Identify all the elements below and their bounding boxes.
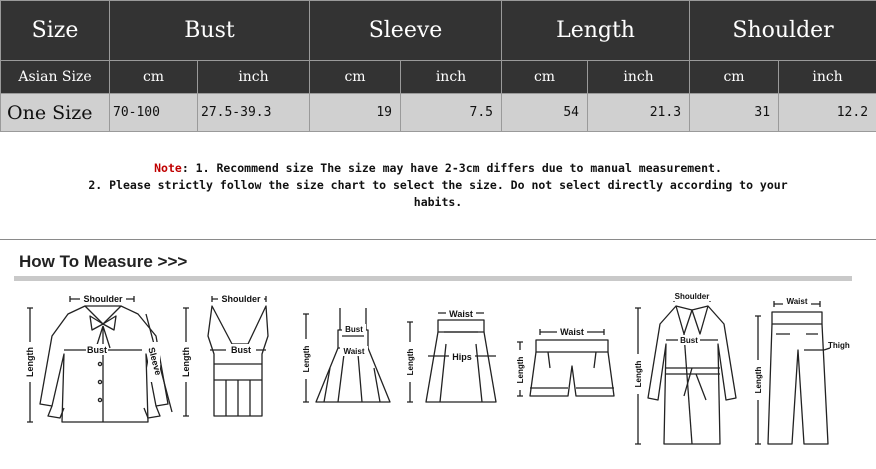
label-waist-3: Waist: [343, 347, 364, 356]
label-length-3: Length: [302, 346, 311, 373]
note-line-1: Note: 1. Recommend size The size may hav…: [154, 161, 722, 175]
label-bust-6: Bust: [680, 336, 698, 345]
header-sleeve: Sleeve: [308, 0, 503, 61]
subheader-asian-size: Asian Size: [0, 60, 110, 94]
subheader-sleeve-cm: cm: [309, 60, 401, 94]
subheader-bust-cm: cm: [109, 60, 198, 94]
header-size: Size: [0, 0, 110, 61]
label-bust-3: Bust: [345, 325, 363, 334]
label-bust-1: Bust: [87, 345, 107, 355]
cell-bust-inch: 27.5-39.3: [197, 93, 310, 132]
cell-bust-cm: 70-100: [109, 93, 198, 132]
subheader-length-inch: inch: [587, 60, 691, 94]
label-waist-5: Waist: [560, 327, 584, 337]
label-waist-4: Waist: [449, 309, 473, 319]
label-length-5: Length: [516, 357, 525, 384]
label-shoulder-6: Shoulder: [675, 292, 710, 301]
label-length-6: Length: [634, 361, 643, 388]
label-length-7: Length: [754, 367, 763, 394]
cell-sleeve-inch: 7.5: [399, 93, 503, 132]
note-line-2: 2. Please strictly follow the size chart…: [88, 178, 788, 192]
section-divider: [0, 239, 876, 240]
note-line-3: habits.: [413, 195, 463, 209]
measurement-illustrations: Shoulder Bust Length Sleeve Shoulder Bus…: [24, 291, 850, 445]
label-length-2: Length: [181, 347, 191, 377]
label-length-1: Length: [25, 347, 35, 377]
label-bust-2: Bust: [231, 345, 251, 355]
cell-size: One Size: [0, 93, 110, 132]
label-thigh-7: Thigh: [828, 341, 850, 350]
cell-shoulder-inch: 12.2: [778, 93, 876, 132]
tank-figure: [183, 296, 269, 417]
title-underline: [14, 276, 852, 281]
label-hips-4: Hips: [452, 352, 472, 362]
coat-figure: [635, 296, 737, 445]
subheader-shoulder-cm: cm: [689, 60, 780, 94]
note-keyword: Note: [154, 161, 182, 175]
cell-sleeve-cm: 19: [309, 93, 401, 132]
label-waist-7: Waist: [786, 297, 807, 306]
subheader-bust-inch: inch: [197, 60, 310, 94]
header-bust: Bust: [109, 0, 310, 61]
cell-shoulder-cm: 31: [689, 93, 780, 132]
subheader-sleeve-inch: inch: [399, 60, 503, 94]
cell-length-inch: 21.3: [587, 93, 691, 132]
subheader-length-cm: cm: [501, 60, 589, 94]
subheader-shoulder-inch: inch: [778, 60, 876, 94]
header-length: Length: [501, 0, 691, 61]
cell-length-cm: 54: [501, 93, 589, 132]
label-shoulder-1: Shoulder: [83, 294, 122, 304]
shorts-figure: [517, 329, 615, 397]
label-shoulder-2: Shoulder: [221, 294, 260, 304]
size-chart-table: Size Bust Sleeve Length Shoulder Asian S…: [0, 0, 876, 132]
size-note: Note: 1. Recommend size The size may hav…: [0, 160, 876, 211]
table-row: One Size 70-100 27.5-39.3 19 7.5 54 21.3…: [0, 93, 876, 132]
label-length-4: Length: [406, 349, 415, 376]
header-shoulder: Shoulder: [689, 0, 876, 61]
trousers-figure: [755, 301, 831, 445]
how-to-measure-title: How To Measure >>>: [19, 252, 188, 271]
